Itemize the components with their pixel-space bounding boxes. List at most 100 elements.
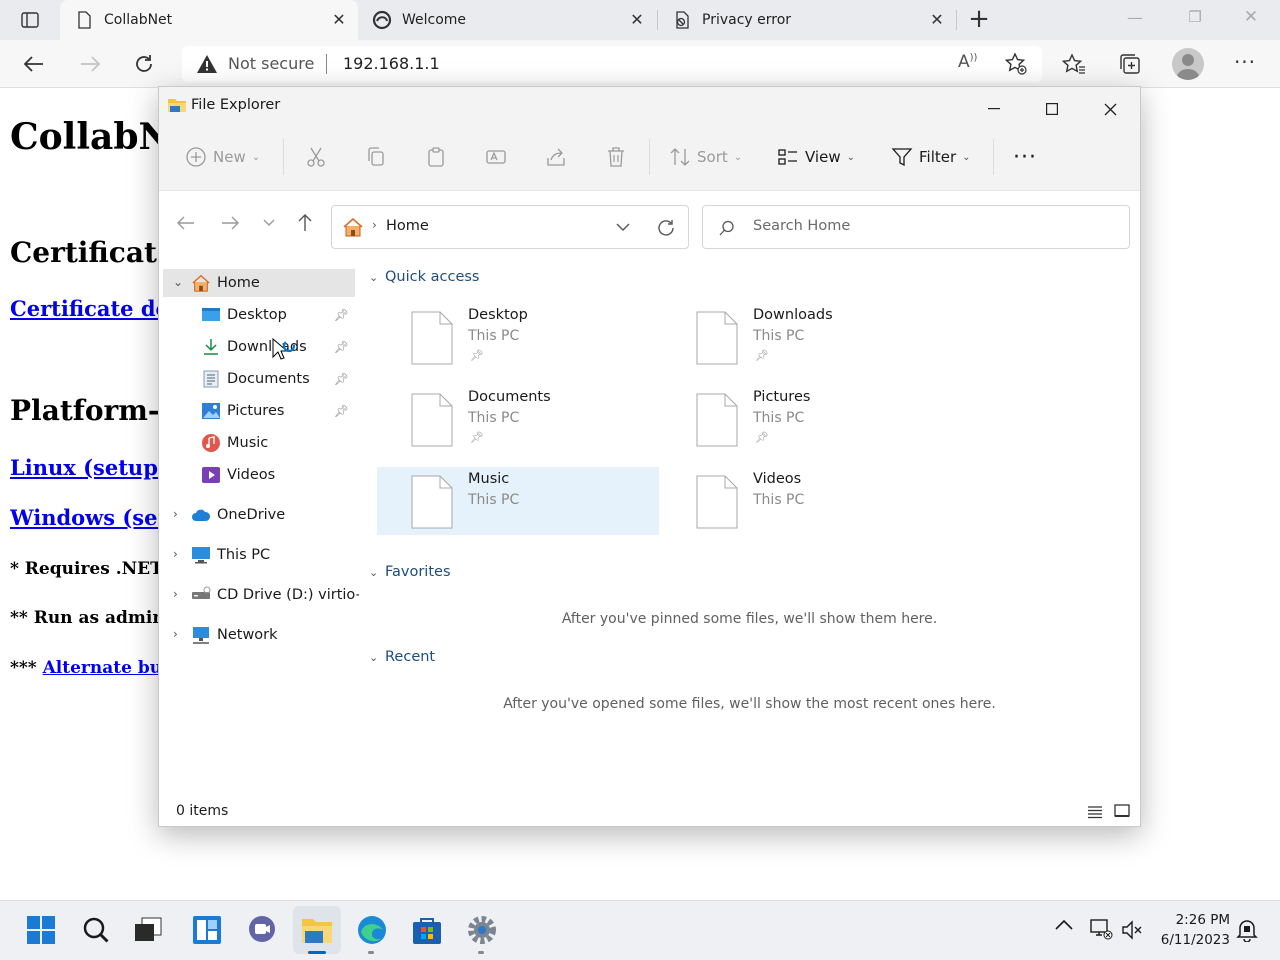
- paste-button[interactable]: [425, 127, 453, 187]
- collections-button[interactable]: [1114, 48, 1146, 80]
- security-label[interactable]: Not secure: [228, 54, 314, 73]
- clock[interactable]: 2:26 PM 6/11/2023: [1152, 910, 1230, 950]
- trash-icon: [608, 147, 624, 167]
- file-explorer-taskbar-button[interactable]: [293, 906, 341, 954]
- close-icon[interactable]: ✕: [928, 11, 946, 29]
- favorites-button[interactable]: [1058, 48, 1090, 80]
- new-tab-button[interactable]: +: [964, 6, 994, 34]
- show-hidden-icons-button[interactable]: [1054, 918, 1078, 942]
- close-window-button[interactable]: ✕: [1236, 7, 1266, 31]
- section-favorites[interactable]: ⌄ Favorites: [369, 564, 451, 580]
- network-status-button[interactable]: [1088, 916, 1114, 942]
- close-icon[interactable]: ✕: [330, 11, 348, 29]
- see-more-button[interactable]: ···: [1013, 127, 1037, 187]
- back-button[interactable]: [172, 209, 200, 237]
- collections-icon: [1120, 54, 1140, 74]
- delete-button[interactable]: [605, 127, 633, 187]
- nav-item-cd-drive[interactable]: › CD Drive (D:) virtio-w: [163, 581, 359, 609]
- status-bar: 0 items: [159, 799, 1140, 826]
- back-button[interactable]: [18, 48, 50, 80]
- edge-taskbar-button[interactable]: [348, 906, 396, 954]
- pin-icon: 📌︎: [470, 431, 484, 444]
- read-aloud-button[interactable]: A)): [958, 52, 984, 76]
- tab-privacy-error[interactable]: Privacy error ✕: [658, 0, 956, 40]
- quick-access-music[interactable]: Music This PC: [377, 467, 659, 535]
- nav-item-documents[interactable]: Documents 📌︎: [163, 365, 355, 393]
- nav-item-onedrive[interactable]: › OneDrive: [163, 501, 355, 529]
- nav-item-desktop[interactable]: Desktop 📌︎: [163, 301, 355, 329]
- new-button[interactable]: New ⌄: [185, 127, 260, 187]
- cut-icon: [307, 147, 325, 167]
- page-icon: [78, 11, 91, 29]
- forward-button[interactable]: [216, 209, 244, 237]
- large-icons-view-icon[interactable]: [1114, 803, 1130, 819]
- quick-access-videos[interactable]: Videos This PC: [662, 467, 944, 535]
- address-bar[interactable]: Not secure 192.168.1.1 A)): [182, 46, 1042, 82]
- section-quick-access[interactable]: ⌄ Quick access: [369, 269, 479, 285]
- view-button[interactable]: View ⌄: [777, 127, 855, 187]
- chevron-down-icon[interactable]: [616, 223, 630, 232]
- quick-access-downloads[interactable]: Downloads This PC 📌︎: [662, 303, 944, 371]
- search-box[interactable]: Search Home: [702, 205, 1130, 249]
- volume-button[interactable]: [1120, 918, 1146, 944]
- store-taskbar-button[interactable]: [403, 906, 451, 954]
- maximize-button[interactable]: [1029, 93, 1075, 125]
- add-favorite-icon[interactable]: [1004, 52, 1028, 76]
- settings-taskbar-button[interactable]: [458, 906, 506, 954]
- refresh-icon[interactable]: [656, 218, 676, 238]
- home-icon: [192, 274, 210, 292]
- nav-item-downloads[interactable]: Downloads 📌︎: [163, 333, 355, 361]
- notifications-button[interactable]: [1236, 918, 1260, 943]
- address-box[interactable]: › Home: [331, 205, 689, 249]
- link-linux[interactable]: Linux (setupce: [10, 455, 158, 480]
- details-view-icon[interactable]: [1087, 804, 1103, 820]
- breadcrumb-home[interactable]: Home: [386, 218, 429, 234]
- section-recent[interactable]: ⌄ Recent: [369, 649, 435, 665]
- close-button[interactable]: [1087, 93, 1133, 125]
- cut-button[interactable]: [305, 127, 333, 187]
- nav-item-videos[interactable]: Videos: [163, 461, 355, 489]
- link-certificate-download[interactable]: Certificate dow: [10, 296, 158, 321]
- search-placeholder: Search Home: [753, 218, 851, 234]
- minimize-button[interactable]: [971, 93, 1017, 125]
- recent-locations-button[interactable]: [255, 209, 283, 237]
- up-button[interactable]: [291, 209, 319, 237]
- chevron-right-icon: ›: [372, 218, 377, 232]
- refresh-button[interactable]: [128, 48, 160, 80]
- restore-button[interactable]: ❐: [1180, 8, 1210, 32]
- nav-item-music[interactable]: Music: [163, 429, 355, 457]
- nav-item-pictures[interactable]: Pictures 📌︎: [163, 397, 355, 425]
- tab-welcome[interactable]: Welcome ✕: [358, 0, 656, 40]
- task-view-button[interactable]: [124, 906, 172, 954]
- link-windows[interactable]: Windows (setu: [10, 505, 158, 530]
- tab-actions-button[interactable]: [12, 8, 48, 32]
- item-location: This PC: [753, 410, 805, 426]
- quick-access-pictures[interactable]: Pictures This PC 📌︎: [662, 385, 944, 453]
- start-button[interactable]: [17, 906, 65, 954]
- search-button[interactable]: [72, 906, 120, 954]
- quick-access-desktop[interactable]: Desktop This PC 📌︎: [377, 303, 659, 371]
- nav-label: Videos: [227, 467, 276, 483]
- more-menu-button[interactable]: ···: [1230, 50, 1260, 78]
- pin-icon: 📌︎: [333, 308, 349, 322]
- nav-item-network[interactable]: › Network: [163, 621, 355, 649]
- nav-item-this-pc[interactable]: › This PC: [163, 541, 355, 569]
- nav-item-home[interactable]: ⌄ Home: [163, 269, 355, 297]
- tab-collabnet[interactable]: CollabNet ✕: [60, 0, 358, 40]
- copy-button[interactable]: [365, 127, 393, 187]
- link-alternate-build[interactable]: Alternate bui: [43, 658, 158, 678]
- url-text[interactable]: 192.168.1.1: [343, 54, 440, 73]
- pin-icon: 📌︎: [333, 340, 349, 354]
- rename-button[interactable]: [485, 127, 513, 187]
- chat-button[interactable]: [238, 906, 286, 954]
- forward-button[interactable]: [74, 48, 106, 80]
- sort-button[interactable]: Sort ⌄: [669, 127, 742, 187]
- view-icon: [778, 149, 797, 165]
- widgets-button[interactable]: [183, 906, 231, 954]
- minimize-button[interactable]: —: [1120, 8, 1150, 32]
- filter-button[interactable]: Filter ⌄: [891, 127, 971, 187]
- quick-access-documents[interactable]: Documents This PC 📌︎: [377, 385, 659, 453]
- close-icon[interactable]: ✕: [628, 11, 646, 29]
- profile-avatar[interactable]: [1172, 48, 1204, 80]
- share-button[interactable]: [545, 127, 573, 187]
